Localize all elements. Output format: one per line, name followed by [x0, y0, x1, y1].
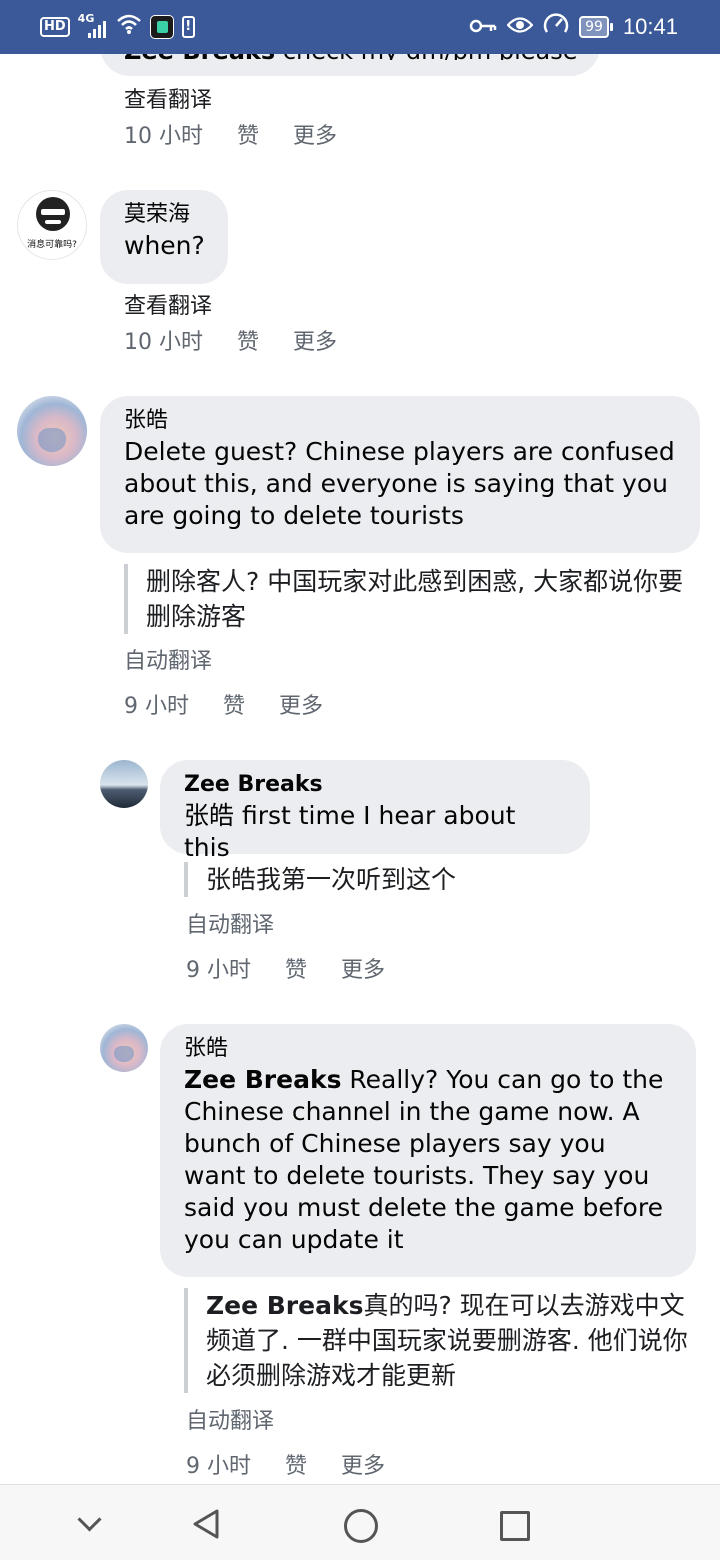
- comment-actions: 10 小时 赞 更多: [124, 328, 337, 358]
- comment-bubble[interactable]: 张皓 Delete guest? Chinese players are con…: [100, 396, 700, 553]
- reply-bubble[interactable]: 张皓 Zee Breaks Really? You can go to the …: [160, 1024, 696, 1277]
- mention-link[interactable]: Zee Breaks: [206, 1291, 363, 1320]
- home-icon[interactable]: [340, 1505, 380, 1545]
- auto-translate-label[interactable]: 自动翻译: [124, 647, 212, 677]
- like-button[interactable]: 赞: [237, 122, 293, 152]
- comment-author[interactable]: 莫荣海: [124, 200, 206, 230]
- comment-actions: 10 小时 赞 更多: [124, 122, 337, 152]
- translated-text: 张皓我第一次听到这个: [184, 862, 684, 897]
- comment-text: 张皓 first time I hear about this: [184, 801, 516, 862]
- wifi-icon: [116, 13, 142, 42]
- status-bar: HD 4G ! 99 10:41: [0, 0, 720, 54]
- see-translation-link[interactable]: 查看翻译: [124, 86, 212, 116]
- translated-text: Zee Breaks真的吗? 现在可以去游戏中文频道了. 一群中国玩家说要删游客…: [184, 1288, 694, 1393]
- see-translation-link[interactable]: 查看翻译: [124, 292, 212, 322]
- more-button[interactable]: 更多: [341, 1452, 385, 1482]
- comment-actions: 9 小时 赞 更多: [186, 1452, 385, 1482]
- chevron-down-icon[interactable]: [70, 1505, 110, 1545]
- comment-bubble[interactable]: 莫荣海 when?: [100, 190, 228, 284]
- data-saver-icon: [543, 12, 569, 42]
- more-button[interactable]: 更多: [293, 328, 337, 358]
- avatar[interactable]: [100, 760, 148, 808]
- like-button[interactable]: 赞: [285, 956, 341, 986]
- reply-bubble[interactable]: Zee Breaks 张皓 first time I hear about th…: [160, 760, 590, 862]
- battery-icon: 99: [579, 16, 613, 38]
- eye-icon: [506, 15, 534, 40]
- more-button[interactable]: 更多: [341, 956, 385, 986]
- system-nav-bar: [0, 1484, 720, 1560]
- comment-text: Delete guest? Chinese players are confus…: [124, 437, 675, 530]
- like-button[interactable]: 赞: [237, 328, 293, 358]
- avatar[interactable]: [100, 1024, 148, 1072]
- auto-translate-label[interactable]: 自动翻译: [186, 1407, 274, 1437]
- more-button[interactable]: 更多: [279, 692, 323, 722]
- more-button[interactable]: 更多: [293, 122, 337, 152]
- comment-text: Zee Breaks Really? You can go to the Chi…: [184, 1065, 664, 1254]
- recents-icon[interactable]: [494, 1505, 534, 1545]
- hd-icon: HD: [40, 17, 70, 37]
- avatar[interactable]: [17, 396, 87, 466]
- like-button[interactable]: 赞: [223, 692, 279, 722]
- comment-actions: 9 小时 赞 更多: [186, 956, 385, 986]
- clock: 10:41: [622, 14, 678, 39]
- comment-author[interactable]: 张皓: [124, 406, 678, 436]
- mention-link[interactable]: Zee Breaks: [184, 1065, 341, 1094]
- comment-time: 9 小时: [186, 1454, 251, 1479]
- back-icon[interactable]: [187, 1505, 227, 1545]
- avatar[interactable]: 消息可靠吗?: [17, 190, 87, 260]
- comment-author[interactable]: 张皓: [184, 1034, 674, 1064]
- comment-author[interactable]: Zee Breaks: [184, 770, 568, 800]
- translated-text: 删除客人? 中国玩家对此感到困惑, 大家都说你要删除游客: [124, 564, 694, 634]
- comment-time: 10 小时: [124, 330, 203, 355]
- key-icon: [469, 15, 497, 40]
- comment-time: 9 小时: [124, 694, 189, 719]
- comment-time: 9 小时: [186, 958, 251, 983]
- auto-translate-label[interactable]: 自动翻译: [186, 911, 274, 941]
- alert-icon: !: [181, 16, 195, 38]
- comment-time: 10 小时: [124, 124, 203, 149]
- cellular-signal-icon: 4G: [78, 12, 108, 40]
- app-notification-icon: [149, 15, 174, 39]
- comment-actions: 9 小时 赞 更多: [124, 692, 323, 722]
- like-button[interactable]: 赞: [285, 1452, 341, 1482]
- comment-text: when?: [124, 231, 205, 260]
